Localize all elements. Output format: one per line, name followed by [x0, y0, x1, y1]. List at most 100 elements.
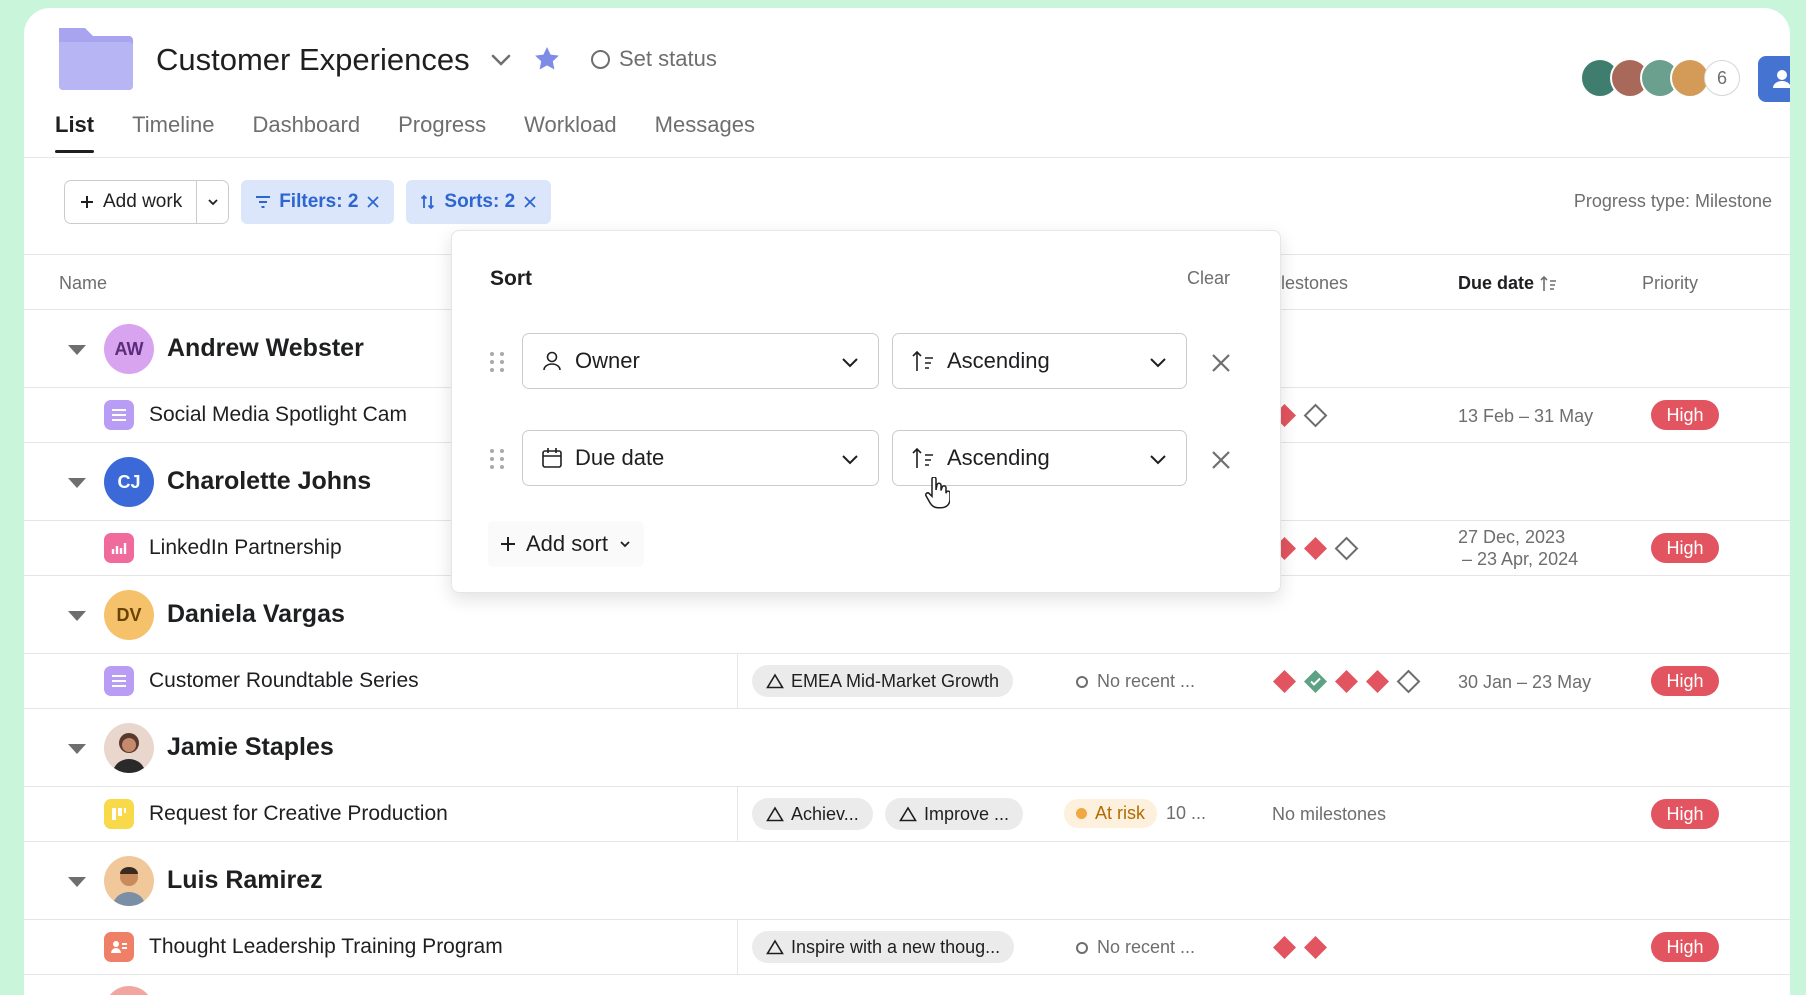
member-avatars[interactable]: 6	[1580, 58, 1740, 98]
due-date[interactable]: 30 Jan – 23 May	[1458, 671, 1591, 693]
remove-sort-icon[interactable]	[1209, 448, 1233, 472]
close-icon[interactable]	[366, 195, 380, 209]
task-name[interactable]: Thought Leadership Training Program	[149, 935, 503, 959]
table-row[interactable]: Customer Roundtable Series EMEA Mid-Mark…	[24, 654, 1790, 709]
sort-field-label: Owner	[575, 348, 640, 373]
group-owner-name: Daniela Vargas	[167, 600, 345, 628]
clear-sorts-button[interactable]: Clear	[1187, 268, 1230, 289]
due-date[interactable]: 13 Feb – 31 May	[1458, 405, 1593, 427]
goal-pill[interactable]: Achiev...	[752, 798, 873, 830]
sort-ascending-icon	[1540, 275, 1557, 291]
people-icon	[104, 932, 134, 962]
project-title[interactable]: Customer Experiences	[156, 42, 470, 78]
goal-status[interactable]: No recent ...	[1076, 937, 1195, 958]
group-owner-name: Andrew Webster	[167, 334, 364, 362]
sort-direction-label: Ascending	[947, 348, 1050, 373]
sort-direction-label: Ascending	[947, 445, 1050, 470]
drag-handle-icon[interactable]	[490, 449, 504, 469]
caret-down-icon[interactable]	[68, 478, 86, 488]
tab-progress[interactable]: Progress	[398, 112, 486, 152]
goal-label: Achiev...	[791, 803, 859, 824]
progress-type-label[interactable]: Progress type: Milestone	[1574, 191, 1772, 212]
avatar: CJ	[104, 457, 154, 507]
milestone-diamond-icon	[1334, 669, 1359, 694]
priority-badge[interactable]: High	[1651, 799, 1719, 829]
avatar: AW	[104, 324, 154, 374]
due-date[interactable]: 27 Dec, 2023 – 23 Apr, 2024	[1458, 526, 1578, 570]
status-dot-icon	[1076, 808, 1087, 819]
remove-sort-icon[interactable]	[1209, 351, 1233, 375]
sort-field-select[interactable]: Owner	[522, 333, 879, 389]
sort-field-select[interactable]: Due date	[522, 430, 879, 486]
caret-down-icon[interactable]	[68, 345, 86, 355]
group-row[interactable]: Luis Ramirez	[24, 842, 1790, 920]
milestones	[1272, 669, 1421, 694]
column-header-due-date[interactable]: Due date	[1458, 273, 1558, 294]
plus-icon	[81, 196, 93, 208]
drag-handle-icon[interactable]	[490, 352, 504, 372]
caret-down-icon[interactable]	[68, 744, 86, 754]
task-name[interactable]: LinkedIn Partnership	[149, 536, 342, 560]
column-header-priority[interactable]: Priority	[1642, 273, 1698, 294]
goal-pill[interactable]: Improve ...	[885, 798, 1024, 830]
milestone-diamond-icon	[1365, 669, 1390, 694]
close-icon[interactable]	[523, 195, 537, 209]
milestone-complete-icon	[1303, 669, 1328, 694]
priority-badge[interactable]: High	[1651, 533, 1719, 563]
sort-ascending-icon	[911, 446, 935, 470]
list-icon	[104, 666, 134, 696]
status-ring-icon	[1076, 675, 1088, 688]
star-icon[interactable]	[532, 44, 562, 74]
sort-ascending-icon	[911, 349, 935, 373]
hand-cursor-icon	[925, 477, 950, 509]
filters-chip[interactable]: Filters: 2	[241, 180, 395, 224]
goal-status-label: No recent ...	[1097, 937, 1196, 957]
add-sort-button[interactable]: Add sort	[488, 521, 644, 567]
tab-workload[interactable]: Workload	[524, 112, 617, 152]
chevron-down-icon	[842, 455, 858, 465]
group-row[interactable]: Jamie Staples	[24, 709, 1790, 787]
add-work-button[interactable]: Add work	[65, 181, 196, 223]
priority-badge[interactable]: High	[1651, 666, 1719, 696]
filters-label: Filters: 2	[279, 191, 359, 212]
goal-status[interactable]: At risk 10 ...	[1064, 799, 1206, 828]
milestones	[1272, 935, 1328, 960]
add-work-label: Add work	[103, 191, 183, 212]
caret-down-icon[interactable]	[68, 877, 86, 887]
table-row[interactable]: Thought Leadership Training Program Insp…	[24, 920, 1790, 975]
add-work-dropdown[interactable]	[196, 181, 228, 223]
board-icon	[104, 799, 134, 829]
add-sort-label: Add sort	[526, 531, 608, 556]
set-status-label: Set status	[619, 46, 717, 71]
chevron-down-icon[interactable]	[487, 46, 515, 74]
task-name[interactable]: Request for Creative Production	[149, 802, 448, 826]
tab-messages[interactable]: Messages	[655, 112, 755, 152]
caret-down-icon[interactable]	[68, 611, 86, 621]
column-header-name[interactable]: Name	[59, 273, 107, 294]
goal-pill[interactable]: Inspire with a new thoug...	[752, 931, 1015, 963]
table-row[interactable]: Request for Creative Production Achiev..…	[24, 787, 1790, 842]
goal-status[interactable]: No recent ...	[1076, 671, 1195, 692]
goal-triangle-icon	[766, 806, 784, 822]
milestone-diamond-outline-icon	[1334, 536, 1359, 561]
priority-badge[interactable]: High	[1651, 400, 1719, 430]
sorts-chip[interactable]: Sorts: 2	[406, 180, 552, 224]
status-ring-icon	[1076, 941, 1088, 954]
goal-label: EMEA Mid-Market Growth	[791, 670, 1000, 691]
person-icon	[541, 350, 563, 372]
set-status-button[interactable]: Set status	[591, 46, 717, 72]
sort-icon	[421, 194, 435, 210]
tab-dashboard[interactable]: Dashboard	[252, 112, 360, 152]
tab-list[interactable]: List	[55, 112, 95, 153]
milestones	[1272, 536, 1359, 561]
sort-direction-select[interactable]: Ascending	[892, 333, 1187, 389]
goal-pill[interactable]: EMEA Mid-Market Growth	[752, 665, 1014, 697]
goal-status-label: No recent ...	[1097, 671, 1196, 691]
project-header: Customer Experiences Set status 6 List T…	[24, 8, 1790, 158]
priority-badge[interactable]: High	[1651, 932, 1719, 962]
chevron-down-icon	[1150, 455, 1166, 465]
tab-timeline[interactable]: Timeline	[132, 112, 214, 152]
task-name[interactable]: Customer Roundtable Series	[149, 669, 419, 693]
task-name[interactable]: Social Media Spotlight Cam	[149, 403, 407, 427]
share-button[interactable]	[1758, 56, 1790, 102]
